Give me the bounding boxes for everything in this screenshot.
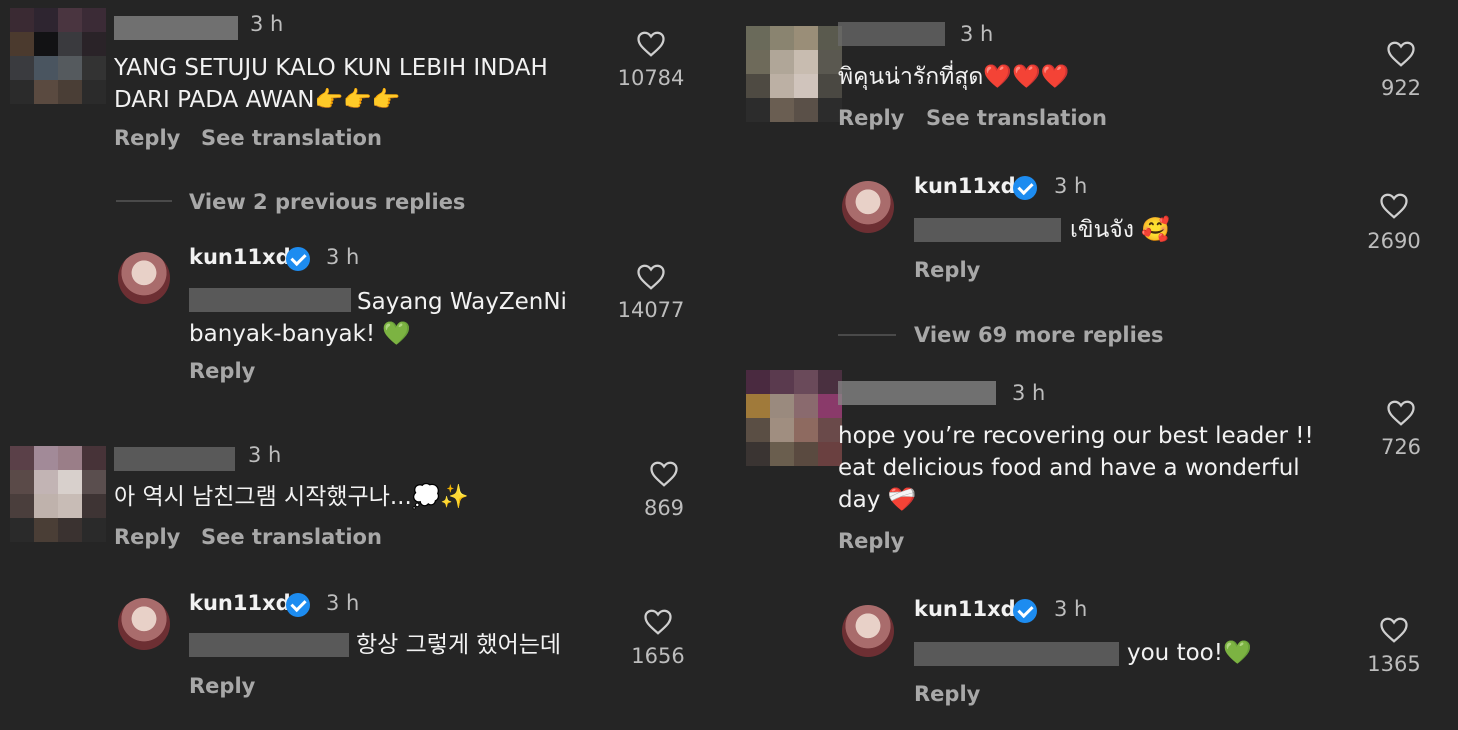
mention-blurred[interactable] <box>914 642 1119 666</box>
mention-blurred[interactable] <box>914 218 1061 242</box>
see-translation-button[interactable]: See translation <box>201 126 382 150</box>
comment-text: YANG SETUJU KALO KUN LEBIH INDAH DARI PA… <box>114 55 548 113</box>
replies-divider <box>116 200 172 202</box>
commenter-username-blurred[interactable] <box>114 16 238 40</box>
see-translation-button[interactable]: See translation <box>926 106 1107 130</box>
reply-button[interactable]: Reply <box>838 106 904 130</box>
reply-text: เขินจัง 🥰 <box>1070 217 1170 243</box>
verified-badge-icon <box>1013 176 1037 200</box>
comment-time: 3 h <box>960 22 994 46</box>
reply-button[interactable]: Reply <box>114 525 180 549</box>
reply-username[interactable]: kun11xd <box>189 245 291 269</box>
like-count: 1656 <box>631 644 685 668</box>
reply-text: Sayang WayZenNi banyak-banyak! 💚 <box>189 289 567 347</box>
comment-text: hope you’re recovering our best leader !… <box>838 423 1314 513</box>
heart-outline-icon[interactable] <box>1379 192 1409 220</box>
reply-button[interactable]: Reply <box>114 126 180 150</box>
reply-button[interactable]: Reply <box>189 359 255 383</box>
reply-button[interactable]: Reply <box>838 529 904 553</box>
mention-blurred[interactable] <box>189 633 349 657</box>
like-count: 2690 <box>1367 229 1421 253</box>
comment-text: พิคุนน่ารักที่สุด❤️❤️❤️ <box>838 64 1070 90</box>
heart-outline-icon[interactable] <box>649 460 679 488</box>
heart-outline-icon[interactable] <box>643 608 673 636</box>
like-count: 869 <box>643 496 685 520</box>
see-translation-button[interactable]: See translation <box>201 525 382 549</box>
commenter-avatar[interactable] <box>10 446 106 542</box>
heart-outline-icon[interactable] <box>636 263 666 291</box>
kun11xd-avatar[interactable] <box>118 252 170 304</box>
reply-time: 3 h <box>326 245 360 269</box>
heart-outline-icon[interactable] <box>1379 616 1409 644</box>
like-count: 922 <box>1380 76 1422 100</box>
reply-username[interactable]: kun11xd <box>914 597 1016 621</box>
reply-time: 3 h <box>326 591 360 615</box>
reply-text: you too!💚 <box>1127 640 1252 666</box>
reply-username[interactable]: kun11xd <box>189 591 291 615</box>
commenter-username-blurred[interactable] <box>114 447 235 471</box>
comment-time: 3 h <box>250 12 284 36</box>
comment-time: 3 h <box>1012 381 1046 405</box>
like-count: 1365 <box>1367 652 1421 676</box>
verified-badge-icon <box>286 247 310 271</box>
reply-time: 3 h <box>1054 174 1088 198</box>
reply-button[interactable]: Reply <box>914 258 980 282</box>
commenter-username-blurred[interactable] <box>838 381 996 405</box>
like-count: 14077 <box>617 298 685 322</box>
verified-badge-icon <box>1013 599 1037 623</box>
commenter-username-blurred[interactable] <box>838 22 945 46</box>
reply-text: 항상 그렇게 했어는데 <box>356 632 562 658</box>
reply-button[interactable]: Reply <box>189 674 255 698</box>
kun11xd-avatar[interactable] <box>118 598 170 650</box>
heart-outline-icon[interactable] <box>636 30 666 58</box>
reply-button[interactable]: Reply <box>914 682 980 706</box>
commenter-avatar[interactable] <box>746 370 842 466</box>
like-count: 726 <box>1380 435 1422 459</box>
heart-outline-icon[interactable] <box>1386 40 1416 68</box>
like-count: 10784 <box>617 66 685 90</box>
comment-time: 3 h <box>248 443 282 467</box>
comment-text: 아 역시 남친그램 시작했구나...💭✨ <box>114 484 470 510</box>
reply-username[interactable]: kun11xd <box>914 174 1016 198</box>
heart-outline-icon[interactable] <box>1386 399 1416 427</box>
kun11xd-avatar[interactable] <box>842 181 894 233</box>
commenter-avatar[interactable] <box>746 26 842 122</box>
view-previous-replies-button[interactable]: View 2 previous replies <box>189 190 465 214</box>
reply-time: 3 h <box>1054 597 1088 621</box>
verified-badge-icon <box>286 593 310 617</box>
view-more-replies-button[interactable]: View 69 more replies <box>914 323 1164 347</box>
commenter-avatar[interactable] <box>10 8 106 104</box>
replies-divider <box>838 334 896 336</box>
kun11xd-avatar[interactable] <box>842 605 894 657</box>
